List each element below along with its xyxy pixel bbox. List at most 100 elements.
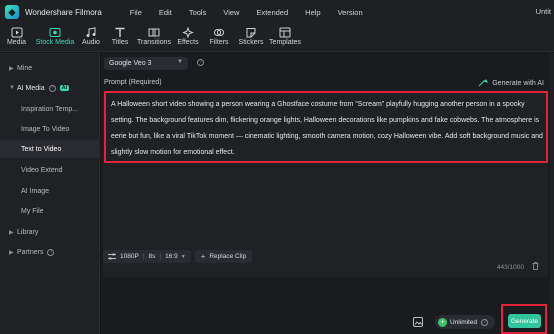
- sidebar-item-label: Video Extend: [21, 166, 63, 174]
- generate-highlight-box: Generate: [501, 304, 547, 334]
- ai-wand-icon: [478, 79, 489, 87]
- help-icon[interactable]: ?: [48, 84, 56, 92]
- gallery-icon[interactable]: [413, 317, 423, 329]
- chevron-right-icon: ▶: [9, 229, 14, 236]
- character-counter: 443/1000: [496, 264, 524, 271]
- chevron-down-icon: ▼: [9, 85, 15, 91]
- menu-file[interactable]: File: [130, 8, 142, 17]
- menu-edit[interactable]: Edit: [159, 8, 172, 17]
- media-icon: [11, 27, 23, 38]
- tab-stock-media[interactable]: Stock Media: [33, 24, 77, 51]
- sidebar-item-ai-media[interactable]: ▼ AI Media ? AI: [0, 79, 100, 97]
- trash-icon[interactable]: [532, 262, 539, 272]
- video-settings-bar: 1080P | 8s | 16:9 ▼ + Replace Clip: [103, 250, 253, 263]
- sliders-icon: [108, 253, 116, 260]
- text-to-video-panel: Google Veo 3 ▼ ? Prompt (Required) Gener…: [101, 53, 554, 334]
- sidebar-item-label: Text to Video: [21, 145, 62, 153]
- tab-audio[interactable]: Audio: [77, 24, 105, 51]
- effects-icon: [182, 27, 194, 38]
- sidebar-item-label: Image To Video: [21, 125, 70, 133]
- right-edge-panel: [550, 53, 554, 334]
- prompt-text: A Halloween short video showing a person…: [111, 101, 543, 156]
- sidebar-item-label: Partners: [17, 248, 44, 256]
- tab-transitions[interactable]: Transitions: [135, 24, 173, 51]
- main-toolbar: Media Stock Media Audio Titles Transitio…: [0, 24, 554, 52]
- chevron-down-icon: ▼: [177, 59, 183, 65]
- sidebar-item-label: Library: [17, 228, 39, 236]
- filters-icon: [213, 27, 225, 38]
- tab-transitions-label: Transitions: [137, 39, 171, 46]
- tab-effects-label: Effects: [177, 39, 199, 46]
- sidebar-item-library[interactable]: ▶ Library: [0, 223, 100, 241]
- menu-help[interactable]: Help: [305, 8, 320, 17]
- prompt-label: Prompt (Required): [104, 79, 162, 86]
- sidebar-item-inspiration-templates[interactable]: Inspiration Temp...: [0, 100, 100, 118]
- titles-icon: [114, 27, 126, 38]
- sidebar-item-mine[interactable]: ▶ Mine: [0, 59, 100, 77]
- plus-icon: +: [200, 252, 206, 261]
- sidebar-item-label: AI Media: [17, 84, 45, 92]
- replace-clip-label: Replace Clip: [209, 253, 247, 260]
- sidebar-item-image-to-video[interactable]: Image To Video: [0, 120, 100, 138]
- tab-stickers-label: Stickers: [238, 39, 264, 46]
- filmora-logo-icon: ◆: [5, 5, 19, 19]
- menu-version[interactable]: Version: [338, 8, 363, 17]
- aspect-ratio-value: 16:9: [165, 253, 178, 260]
- stickers-icon: [245, 27, 257, 38]
- replace-clip-button[interactable]: + Replace Clip: [194, 250, 253, 263]
- separator: |: [142, 253, 145, 260]
- tab-stock-media-label: Stock Media: [35, 39, 75, 46]
- stock-media-icon: [49, 27, 61, 38]
- chevron-down-icon: ▼: [180, 253, 186, 260]
- sidebar-item-ai-image[interactable]: AI Image: [0, 182, 100, 200]
- resolution-value: 1080P: [120, 253, 139, 260]
- menu-tools[interactable]: Tools: [189, 8, 207, 17]
- tab-media[interactable]: Media: [0, 24, 33, 51]
- chevron-right-icon: ▶: [9, 249, 14, 256]
- sidebar-item-partners[interactable]: ▶ Partners ?: [0, 243, 100, 261]
- separator: |: [159, 253, 162, 260]
- title-bar: ◆ Wondershare Filmora File Edit Tools Vi…: [0, 0, 554, 24]
- generate-with-ai-label: Generate with AI: [492, 79, 544, 87]
- credits-label: Unlimited: [450, 318, 478, 326]
- app-title: Wondershare Filmora: [25, 7, 102, 17]
- sidebar: ▶ Mine ▼ AI Media ? AI Inspiration Temp.…: [0, 53, 100, 334]
- tab-templates[interactable]: Templates: [267, 24, 303, 51]
- generate-with-ai-button[interactable]: Generate with AI: [478, 79, 544, 87]
- sidebar-item-label: Inspiration Temp...: [21, 105, 79, 113]
- plus-circle-icon: +: [438, 317, 447, 327]
- sidebar-item-label: Mine: [17, 64, 33, 72]
- transitions-icon: [148, 27, 160, 38]
- tab-filters[interactable]: Filters: [203, 24, 235, 51]
- tab-titles-label: Titles: [111, 39, 129, 46]
- model-help-icon[interactable]: ?: [197, 59, 204, 66]
- help-icon[interactable]: ?: [47, 248, 55, 256]
- model-select[interactable]: Google Veo 3 ▼: [104, 57, 188, 70]
- chevron-right-icon: ▶: [9, 65, 14, 72]
- sidebar-item-label: My File: [21, 207, 44, 215]
- tab-effects[interactable]: Effects: [173, 24, 203, 51]
- tab-titles[interactable]: Titles: [105, 24, 135, 51]
- audio-icon: [85, 27, 97, 38]
- sidebar-item-my-file[interactable]: My File: [0, 202, 100, 220]
- tab-filters-label: Filters: [209, 39, 229, 46]
- help-icon[interactable]: ?: [481, 318, 489, 326]
- tab-media-label: Media: [6, 39, 27, 46]
- tab-stickers[interactable]: Stickers: [235, 24, 267, 51]
- tab-audio-label: Audio: [82, 39, 100, 46]
- sidebar-item-text-to-video[interactable]: Text to Video: [0, 140, 100, 158]
- sidebar-item-label: AI Image: [21, 187, 50, 195]
- menu-bar: File Edit Tools View Extended Help Versi…: [130, 8, 380, 17]
- menu-extended[interactable]: Extended: [256, 8, 288, 17]
- sidebar-item-video-extend[interactable]: Video Extend: [0, 161, 100, 179]
- project-title: Untit: [535, 7, 551, 16]
- templates-icon: [279, 27, 291, 38]
- model-select-value: Google Veo 3: [109, 60, 152, 67]
- credits-badge[interactable]: + Unlimited ?: [435, 315, 495, 329]
- menu-view[interactable]: View: [223, 8, 239, 17]
- video-settings-dropdown[interactable]: 1080P | 8s | 16:9 ▼: [103, 250, 191, 263]
- ai-badge: AI: [59, 85, 70, 91]
- generate-button[interactable]: Generate: [508, 314, 541, 328]
- tab-templates-label: Templates: [269, 39, 301, 46]
- duration-value: 8s: [148, 253, 156, 260]
